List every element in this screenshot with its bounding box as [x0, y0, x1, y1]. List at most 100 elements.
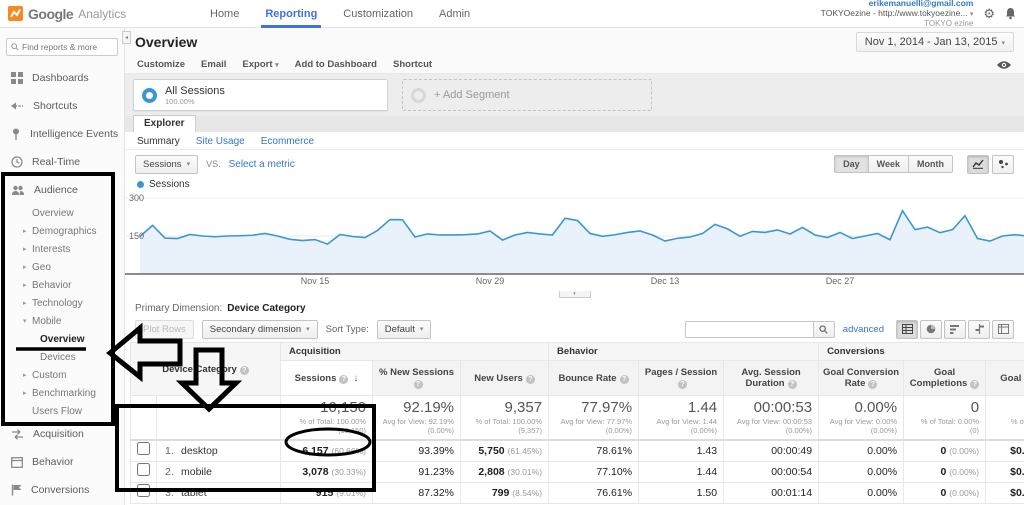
- sidebar-audience-technology[interactable]: ▸Technology: [0, 294, 124, 312]
- sidebar-item-intelligence-events[interactable]: Intelligence Events: [0, 120, 124, 148]
- sidebar-audience-geo[interactable]: ▸Geo: [0, 258, 124, 276]
- sidebar-item-conversions[interactable]: Conversions: [0, 476, 124, 504]
- help-icon[interactable]: ?: [526, 375, 535, 384]
- device-name-cell[interactable]: 3.tablet: [157, 483, 281, 504]
- sidebar-audience-interests[interactable]: ▸Interests: [0, 240, 124, 258]
- date-range-picker[interactable]: Nov 1, 2014 - Jan 13, 2015▾: [856, 32, 1014, 52]
- sidebar-mobile-devices[interactable]: Devices: [0, 348, 124, 366]
- granularity-day-button[interactable]: Day: [834, 155, 869, 173]
- sidebar-item-label: Acquisition: [33, 428, 84, 440]
- sort-descending-icon[interactable]: ↓: [353, 373, 358, 384]
- sidebar-audience-benchmarking[interactable]: ▸Benchmarking: [0, 384, 124, 402]
- subnav-summary[interactable]: Summary: [137, 136, 180, 147]
- intelligence-eye-icon[interactable]: [996, 60, 1012, 70]
- table-search-button[interactable]: [813, 321, 835, 338]
- sidebar-mobile-overview[interactable]: Overview: [0, 330, 124, 348]
- subnav-site-usage[interactable]: Site Usage: [196, 136, 245, 147]
- tab-explorer[interactable]: Explorer: [133, 115, 196, 132]
- plot-rows-button[interactable]: Plot Rows: [135, 320, 194, 339]
- sidebar-audience-users-flow[interactable]: Users Flow: [0, 402, 124, 420]
- motion-chart-view-button[interactable]: [992, 155, 1014, 174]
- row-checkbox[interactable]: [137, 484, 150, 497]
- nav-admin[interactable]: Admin: [439, 0, 470, 28]
- row-checkbox[interactable]: [137, 463, 150, 476]
- select-metric-link[interactable]: Select a metric: [229, 159, 295, 170]
- sidebar-audience-demographics[interactable]: ▸Demographics: [0, 222, 124, 240]
- column-header-new-users[interactable]: New Users?: [461, 361, 549, 396]
- column-header-goal-conversion-rate[interactable]: Goal Conversion Rate?: [819, 361, 904, 396]
- sidebar-item-behavior[interactable]: Behavior: [0, 448, 124, 476]
- help-icon[interactable]: ?: [414, 380, 423, 389]
- help-icon[interactable]: ?: [620, 375, 629, 384]
- column-header-new-sessions[interactable]: % New Sessions?: [373, 361, 461, 396]
- sidebar-audience-behavior[interactable]: ▸Behavior: [0, 276, 124, 294]
- nav-home[interactable]: Home: [210, 0, 239, 28]
- column-header-sessions[interactable]: Sessions?↓: [281, 361, 373, 396]
- sidebar-audience-overview[interactable]: Overview: [0, 204, 124, 222]
- secondary-dimension-dropdown[interactable]: Secondary dimension▾: [202, 320, 318, 339]
- bell-icon[interactable]: [1005, 7, 1016, 20]
- expand-arrow-icon: ▸: [23, 389, 27, 397]
- sidebar-item-acquisition[interactable]: Acquisition: [0, 420, 124, 448]
- advanced-search-link[interactable]: advanced: [843, 324, 884, 335]
- view-comparison-button[interactable]: [968, 320, 990, 339]
- sidebar: ◂ Dashboards Shortcuts Intellig: [0, 28, 125, 505]
- device-category-column-header[interactable]: Device Category?: [131, 343, 281, 396]
- collapse-panel-button[interactable]: ◂: [122, 31, 131, 44]
- view-table-button[interactable]: [896, 320, 918, 339]
- granularity-week-button[interactable]: Week: [869, 155, 909, 173]
- add-segment-button[interactable]: + Add Segment: [402, 79, 652, 111]
- column-header-bounce-rate[interactable]: Bounce Rate?: [549, 361, 639, 396]
- sessions-timeseries-chart[interactable]: 300150Nov 15Nov 29Dec 13Dec 27: [125, 190, 1024, 286]
- help-icon[interactable]: ?: [970, 380, 979, 389]
- help-icon[interactable]: ?: [868, 380, 877, 389]
- view-performance-button[interactable]: [944, 320, 966, 339]
- primary-dimension-value[interactable]: Device Category: [227, 303, 305, 314]
- row-checkbox[interactable]: [137, 442, 150, 455]
- google-analytics-logo[interactable]: Google Analytics: [8, 6, 178, 22]
- column-header-session-duration[interactable]: Avg. Session Duration?: [724, 361, 819, 396]
- account-selector[interactable]: erikemanuelli@gmail.com TOKYOezine - htt…: [821, 0, 974, 28]
- sort-type-label: Sort Type:: [326, 324, 369, 335]
- sidebar-item-audience[interactable]: Audience: [0, 176, 124, 204]
- email-button[interactable]: Email: [201, 59, 226, 70]
- help-icon[interactable]: ?: [788, 380, 797, 389]
- export-button[interactable]: Export ▾: [242, 59, 278, 70]
- line-chart-view-button[interactable]: [967, 155, 989, 174]
- search-input[interactable]: [22, 42, 112, 52]
- device-name-cell[interactable]: 1.desktop: [157, 440, 281, 462]
- help-icon[interactable]: ?: [339, 375, 348, 384]
- expand-arrow-icon: ▸: [23, 263, 27, 271]
- column-header-goal-completions[interactable]: Goal Completions?: [904, 361, 986, 396]
- table-grid-icon: [902, 324, 913, 334]
- column-header-pages-session[interactable]: Pages / Session?: [639, 361, 724, 396]
- chart-collapse-handle[interactable]: ▾: [559, 291, 591, 298]
- view-pivot-button[interactable]: [992, 320, 1014, 339]
- column-header-goal-value[interactable]: Goal Value?: [986, 361, 1024, 396]
- view-percentage-button[interactable]: [920, 320, 942, 339]
- table-search-input[interactable]: [685, 321, 813, 338]
- sidebar-search[interactable]: [6, 38, 118, 56]
- metric-dropdown[interactable]: Sessions▾: [135, 155, 198, 174]
- granularity-month-button[interactable]: Month: [909, 155, 953, 173]
- totals-sessions: 10,150% of Total: 100.00%(10,150): [281, 396, 373, 441]
- customize-button[interactable]: Customize: [137, 59, 185, 70]
- sidebar-audience-custom[interactable]: ▸Custom: [0, 366, 124, 384]
- add-to-dashboard-button[interactable]: Add to Dashboard: [295, 59, 377, 70]
- sidebar-item-shortcuts[interactable]: Shortcuts: [0, 92, 124, 120]
- all-sessions-segment[interactable]: All Sessions 100.00%: [133, 79, 388, 111]
- sidebar-item-label: Real-Time: [32, 156, 80, 168]
- subnav-ecommerce[interactable]: Ecommerce: [261, 136, 314, 147]
- shortcut-button[interactable]: Shortcut: [393, 59, 432, 70]
- nav-customization[interactable]: Customization: [343, 0, 413, 28]
- help-icon[interactable]: ?: [678, 380, 687, 389]
- sort-type-dropdown[interactable]: Default▾: [377, 320, 432, 339]
- sidebar-audience-mobile[interactable]: ▾Mobile: [0, 312, 124, 330]
- help-icon[interactable]: ?: [240, 366, 249, 375]
- device-name-cell[interactable]: 2.mobile: [157, 462, 281, 483]
- sidebar-item-dashboards[interactable]: Dashboards: [0, 64, 124, 92]
- nav-reporting[interactable]: Reporting: [265, 0, 317, 28]
- sidebar-item-real-time[interactable]: Real-Time: [0, 148, 124, 176]
- totals-session-duration: 00:00:53Avg for View: 00:00:53(0.00%): [724, 396, 819, 441]
- gear-icon[interactable]: ⚙: [983, 6, 995, 22]
